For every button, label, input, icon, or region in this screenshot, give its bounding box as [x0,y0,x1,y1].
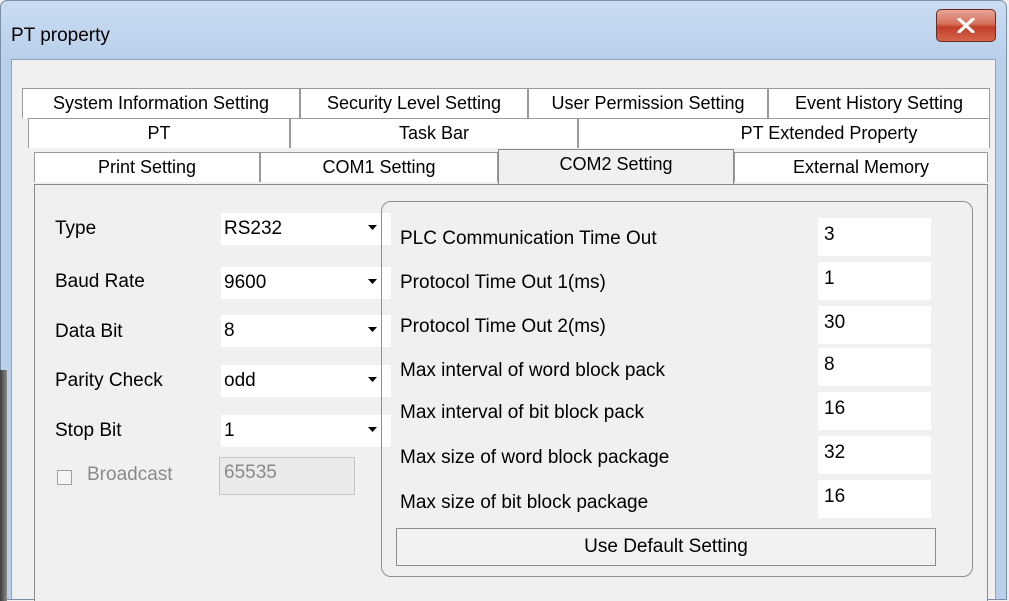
data-bit-select[interactable]: 8 [221,315,391,347]
chevron-down-icon [368,225,377,230]
use-default-setting-button[interactable]: Use Default Setting [396,528,936,566]
protocol-timeout-2-input[interactable]: 30 [818,306,931,344]
tab-pt-extended-property[interactable]: PT Extended Property [578,118,990,148]
max-interval-bit-block-input[interactable]: 16 [818,392,931,430]
param-label: Protocol Time Out 2(ms) [400,316,606,337]
tab-row-1: System Information Setting Security Leve… [22,88,992,118]
tab-com1-setting[interactable]: COM1 Setting [260,152,498,182]
tab-security-level-setting[interactable]: Security Level Setting [300,88,528,118]
param-label: Protocol Time Out 1(ms) [400,272,606,293]
timeout-settings-group: PLC Communication Time Out 3 Protocol Ti… [381,201,973,577]
tab-event-history-setting[interactable]: Event History Setting [768,88,990,118]
window-title: PT property [11,25,110,46]
tab-row-3: Print Setting COM1 Setting COM2 Setting … [34,149,1004,184]
tab-row-2: PT Task Bar PT Extended Property [28,118,998,148]
close-icon [957,18,975,33]
param-label: Max interval of word block pack [400,360,666,381]
tab-pt[interactable]: PT [28,118,290,148]
chevron-down-icon [368,377,377,382]
data-bit-value: 8 [224,320,235,341]
baud-rate-select[interactable]: 9600 [221,267,391,299]
chevron-down-icon [368,327,377,332]
type-value: RS232 [224,218,283,239]
chevron-down-icon [368,279,377,284]
plc-communication-timeout-input[interactable]: 3 [818,218,931,256]
type-label: Type [55,218,97,239]
type-select[interactable]: RS232 [221,213,391,245]
tab-task-bar[interactable]: Task Bar [290,118,578,148]
broadcast-label: Broadcast [87,464,173,485]
chevron-down-icon [368,427,377,432]
parity-check-value: odd [224,370,256,391]
stop-bit-value: 1 [224,420,235,441]
max-size-bit-block-input[interactable]: 16 [818,480,931,518]
param-label: PLC Communication Time Out [400,228,657,249]
data-bit-label: Data Bit [55,321,123,342]
background-edge [0,370,7,601]
param-label: Max size of bit block package [400,492,649,513]
max-interval-word-block-input[interactable]: 8 [818,348,931,386]
broadcast-address-field: 65535 [219,457,355,495]
broadcast-checkbox[interactable] [57,470,72,485]
protocol-timeout-1-input[interactable]: 1 [818,262,931,300]
tab-external-memory[interactable]: External Memory [734,152,988,182]
param-label: Max size of word block package [400,447,670,468]
tab-user-permission-setting[interactable]: User Permission Setting [528,88,768,118]
tab-system-information-setting[interactable]: System Information Setting [22,88,300,118]
max-size-word-block-input[interactable]: 32 [818,436,931,474]
baud-rate-value: 9600 [224,272,267,293]
param-label: Max interval of bit block pack [400,402,644,423]
stop-bit-select[interactable]: 1 [221,415,391,447]
parity-check-select[interactable]: odd [221,365,391,397]
stop-bit-label: Stop Bit [55,420,122,441]
baud-rate-label: Baud Rate [55,271,145,292]
com2-setting-panel: Type RS232 Baud Rate 9600 Data Bit 8 Par… [34,184,988,601]
parity-check-label: Parity Check [55,370,163,391]
tab-com2-setting[interactable]: COM2 Setting [498,149,734,184]
title-bar[interactable]: PT property [1,1,1006,59]
close-button[interactable] [936,9,996,42]
tab-print-setting[interactable]: Print Setting [34,152,260,182]
